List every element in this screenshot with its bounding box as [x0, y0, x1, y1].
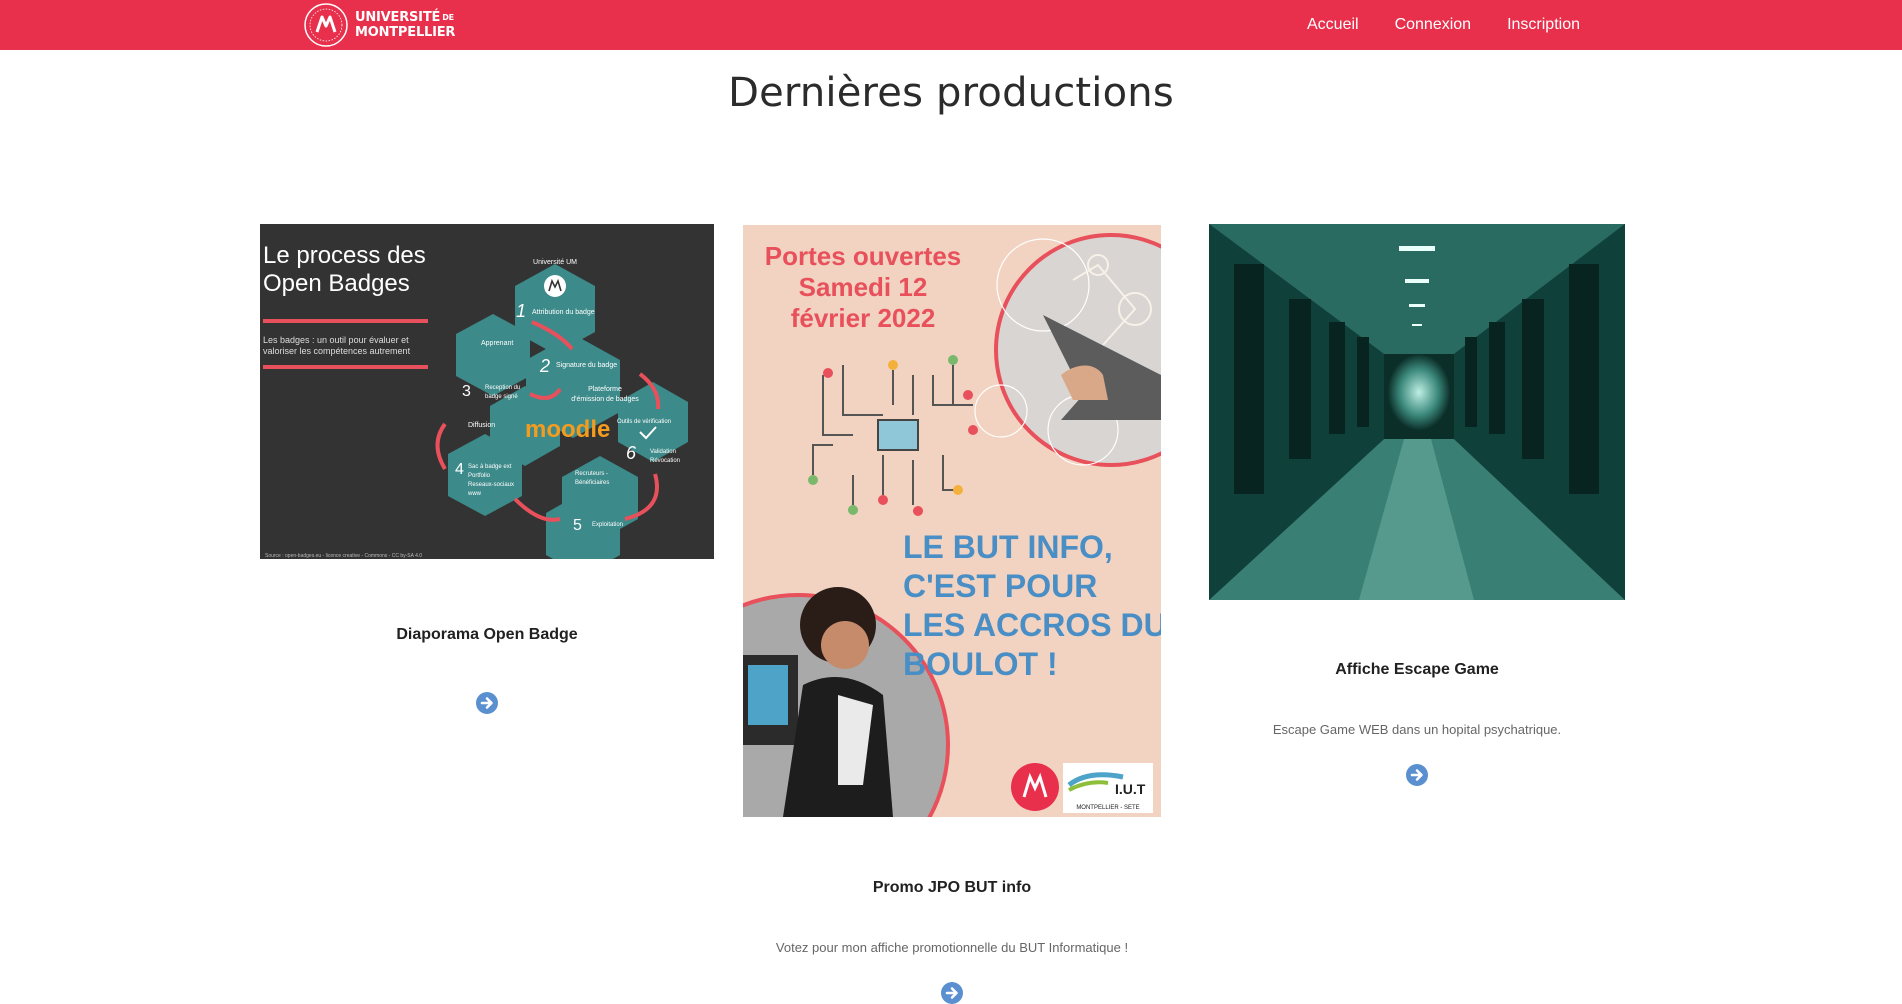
ob-step1: Attribution du badge — [532, 309, 595, 316]
jpo-poster-image[interactable]: Portes ouvertes Samedi 12 février 2022 L… — [743, 225, 1161, 817]
jpo-slogan-4: BOULOT ! — [903, 646, 1058, 682]
arrow-right-icon — [480, 697, 493, 709]
ob-heading-1: Le process des — [263, 242, 426, 269]
svg-text:5: 5 — [573, 517, 582, 534]
ob-heading-2: Open Badges — [263, 270, 410, 297]
card-promo-jpo: Portes ouvertes Samedi 12 février 2022 L… — [743, 225, 1161, 1004]
ob-step3-1: Reception du — [485, 385, 520, 391]
open-badges-diagram: Le process des Open Badges Les badges : … — [263, 242, 688, 559]
ob-step6-2: Révocation — [650, 458, 680, 464]
jpo-poster-art: Portes ouvertes Samedi 12 février 2022 L… — [743, 233, 1161, 817]
card-title-escape-game: Affiche Escape Game — [1335, 661, 1499, 678]
ob-step5: Exploitation — [592, 522, 623, 528]
card-title-promo-jpo: Promo JPO BUT info — [872, 879, 1032, 896]
brand-line2: MONTPELLIER — [355, 25, 456, 40]
open-badges-image[interactable]: Le process des Open Badges Les badges : … — [260, 224, 714, 559]
nav-link-inscription[interactable]: Inscription — [1507, 16, 1580, 34]
jpo-iut: I.U.T — [1115, 781, 1146, 797]
university-seal-icon — [304, 3, 348, 47]
ob-step4-3: Reseaux-sociaux — [468, 482, 514, 488]
jpo-iut-sub: MONTPELLIER - SETE — [1076, 805, 1139, 811]
ob-university: Université UM — [533, 259, 577, 266]
ob-subtitle-2: valoriser les compétences autrement — [263, 346, 411, 356]
svg-text:1: 1 — [516, 301, 526, 321]
jpo-slogan-1: LE BUT INFO, — [903, 529, 1113, 565]
hospital-corridor-art — [1209, 224, 1625, 600]
jpo-line3: février 2022 — [791, 303, 936, 333]
card-desc-escape-game: Escape Game WEB dans un hopital psychatr… — [1272, 722, 1562, 737]
nav-link-connexion[interactable]: Connexion — [1395, 16, 1472, 34]
nav-links: Accueil Connexion Inscription — [1307, 0, 1580, 50]
card-escape-game: Affiche Escape Game Escape Game WEB dans… — [1209, 224, 1625, 794]
brand-line1: UNIVERSITÉ — [355, 10, 441, 25]
jpo-slogan-2: C'EST POUR — [903, 568, 1097, 604]
escape-game-image[interactable] — [1209, 224, 1625, 600]
card-open-badge: Le process des Open Badges Les badges : … — [260, 224, 714, 744]
jpo-slogan-3: LES ACCROS DU — [903, 607, 1161, 643]
ob-plateforme-2: d'émission de badges — [571, 396, 639, 403]
svg-text:6: 6 — [626, 443, 637, 463]
brand-text: UNIVERSITÉ DE MONTPELLIER — [355, 10, 455, 40]
ob-step4-2: Portfolio — [468, 473, 491, 479]
ob-outils: Outils de vérification — [617, 419, 671, 425]
open-card-button[interactable] — [1406, 764, 1428, 786]
ob-source: Source : open-badges.eu - licence creati… — [265, 553, 422, 559]
navbar: UNIVERSITÉ DE MONTPELLIER Accueil Connexi… — [0, 0, 1902, 50]
ob-step4-4: www — [467, 491, 482, 497]
svg-text:2: 2 — [539, 356, 550, 376]
ob-plateforme-1: Plateforme — [588, 386, 622, 393]
university-logo[interactable]: UNIVERSITÉ DE MONTPELLIER — [303, 2, 455, 48]
ob-moodle: moodle — [525, 416, 610, 443]
ob-step6-1: Validation — [650, 449, 676, 455]
ob-diffusion: Diffusion — [468, 422, 495, 429]
svg-text:4: 4 — [455, 461, 464, 478]
jpo-line1: Portes ouvertes — [765, 241, 962, 271]
ob-recruteurs-2: Bénéficiaires — [575, 480, 609, 486]
nav-link-accueil[interactable]: Accueil — [1307, 16, 1359, 34]
ob-apprenant: Apprenant — [481, 340, 513, 347]
card-title-open-badge: Diaporama Open Badge — [396, 626, 578, 643]
card-desc-promo-jpo: Votez pour mon affiche promotionnelle du… — [775, 940, 1129, 955]
page-title: Dernières productions — [728, 70, 1174, 116]
ob-step3-2: badge signé — [485, 394, 518, 400]
ob-subtitle-1: Les badges : un outil pour évaluer et — [263, 335, 409, 345]
ob-step2: Signature du badge — [556, 362, 617, 369]
arrow-right-icon — [1410, 769, 1423, 781]
ob-recruteurs-1: Recruteurs - — [575, 471, 608, 477]
svg-text:3: 3 — [462, 383, 471, 400]
open-card-button[interactable] — [476, 692, 498, 714]
ob-step4-1: Sac à badge ext — [468, 464, 512, 470]
jpo-line2: Samedi 12 — [799, 272, 928, 302]
brand-de: DE — [442, 13, 454, 22]
